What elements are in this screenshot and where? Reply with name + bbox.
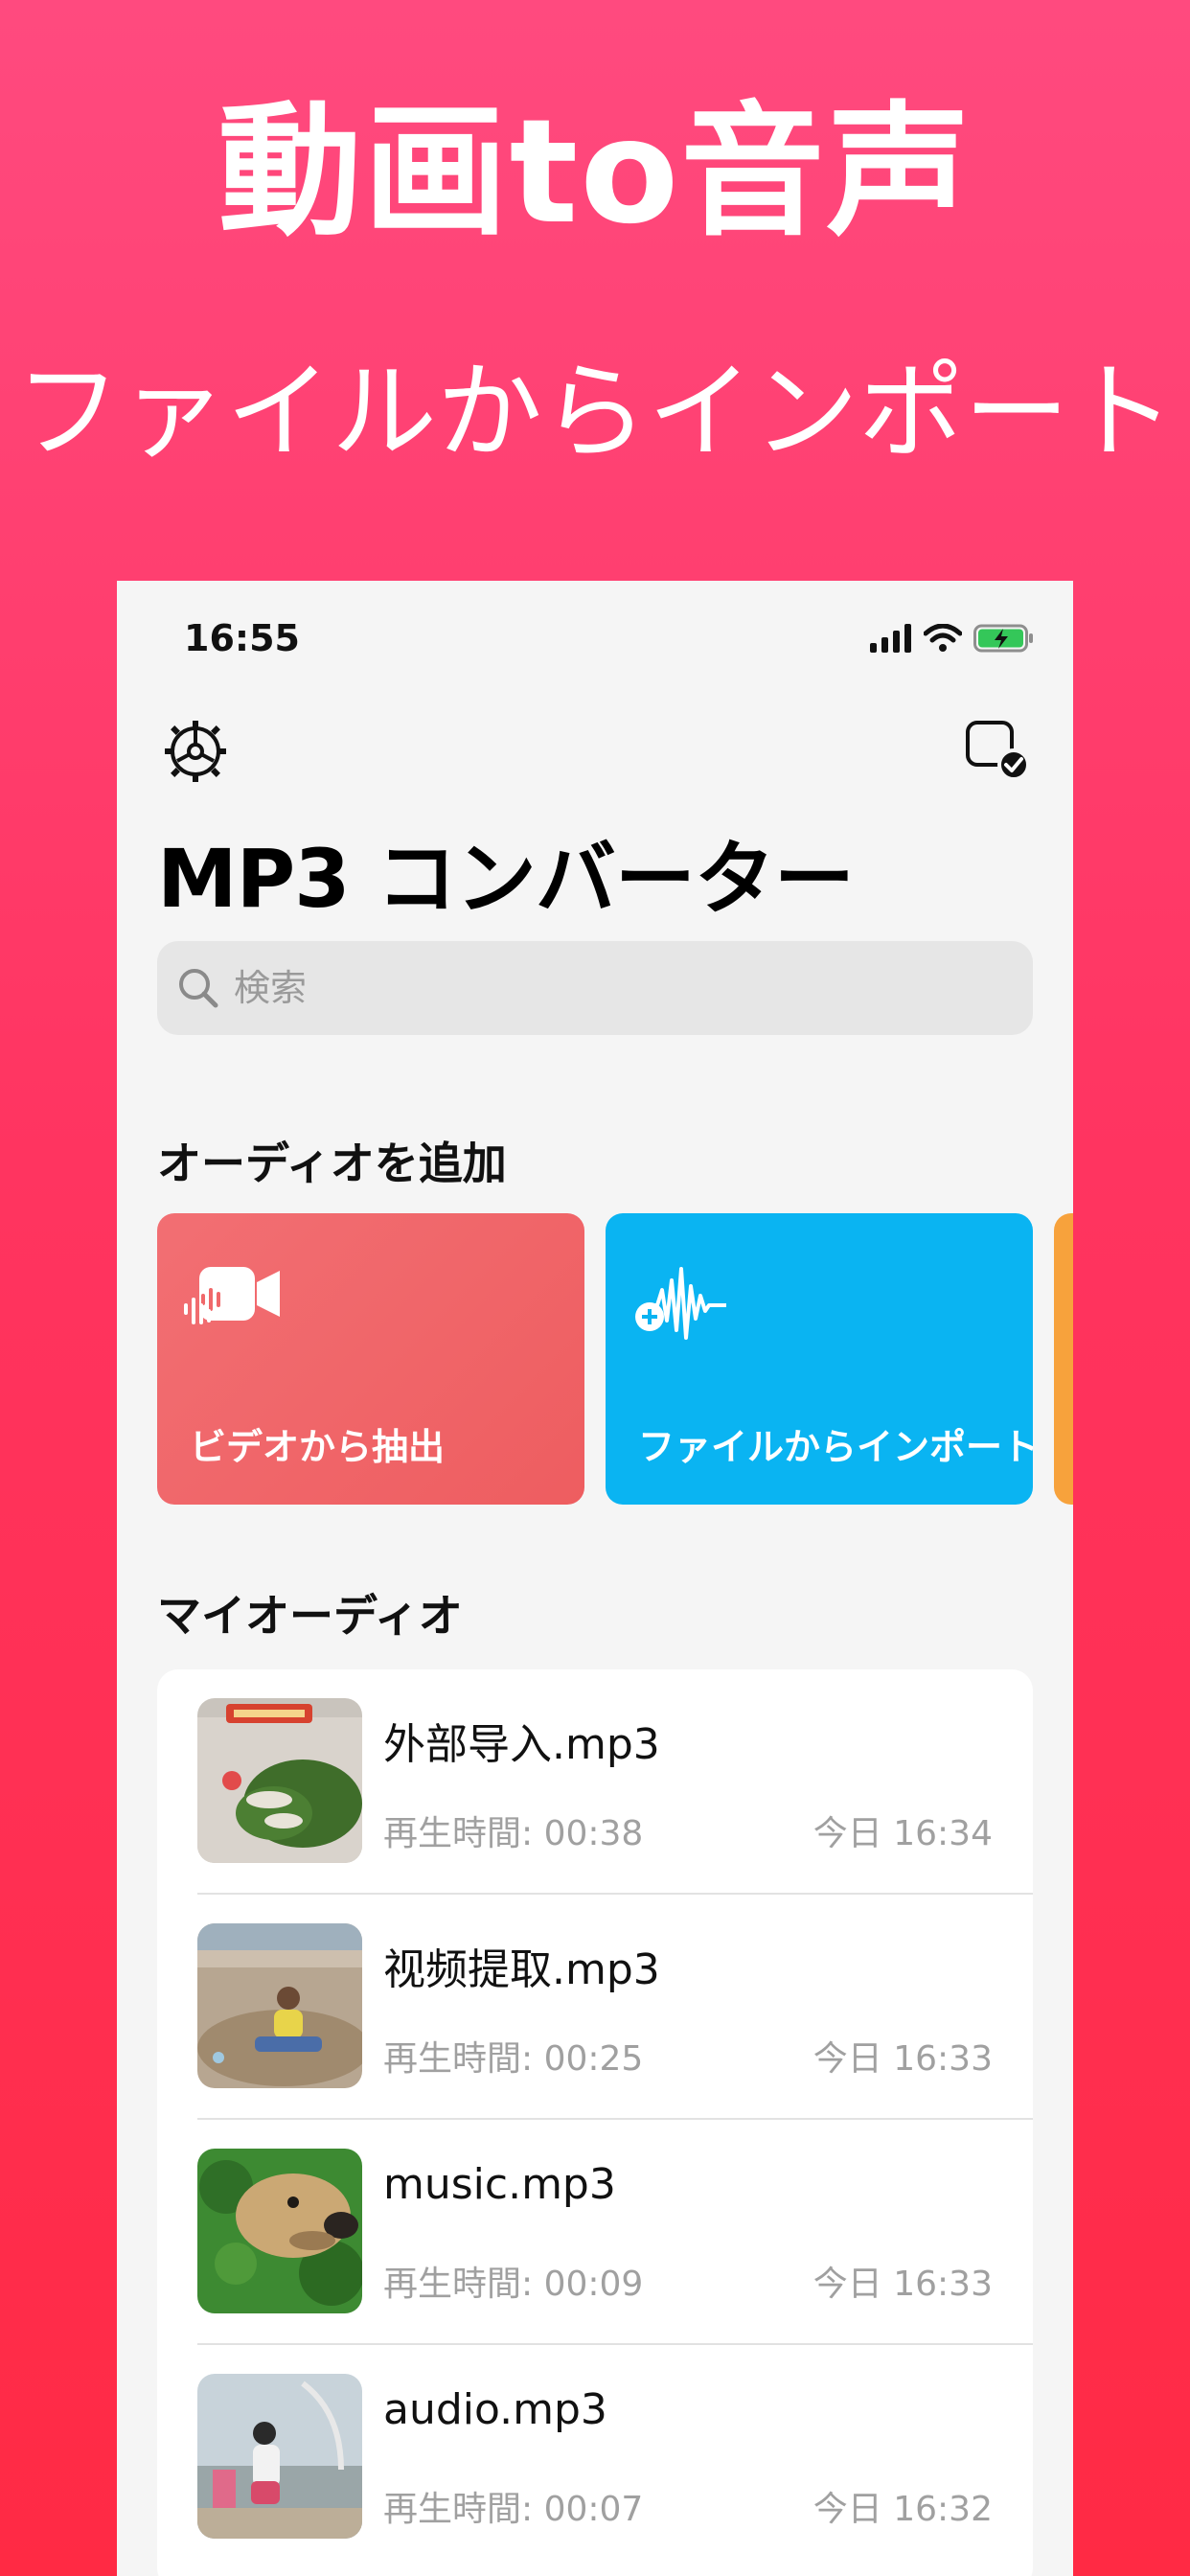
- audio-duration: 再生時間: 00:25: [383, 2039, 644, 2079]
- promo-title: 動画to音声: [217, 89, 973, 256]
- status-icons: [870, 621, 1035, 656]
- audio-duration: 再生時間: 00:07: [383, 2490, 644, 2529]
- card-label: ビデオから抽出: [190, 1426, 446, 1468]
- thumbnail-image: [197, 2374, 362, 2539]
- audio-date: 今日 16:33: [812, 2039, 993, 2079]
- audio-duration: 再生時間: 00:09: [383, 2265, 644, 2304]
- extract-from-video-card[interactable]: ビデオから抽出: [157, 1213, 584, 1505]
- thumbnail-image: [197, 1923, 362, 2088]
- settings-button[interactable]: [159, 715, 232, 788]
- add-audio-section-title: オーディオを追加: [157, 1138, 507, 1189]
- audio-title: 视频提取.mp3: [383, 1945, 660, 1994]
- status-time: 16:55: [184, 617, 300, 659]
- wifi-icon: [924, 624, 962, 652]
- add-audio-cards: ビデオから抽出 ファイルからインポート: [157, 1213, 1073, 1505]
- battery-charging-icon: [973, 624, 1033, 653]
- search-input[interactable]: [232, 966, 983, 1010]
- list-item[interactable]: music.mp3 再生時間: 00:09 今日 16:33: [157, 2120, 1033, 2345]
- add-waveform-icon: [635, 1267, 726, 1340]
- thumbnail-image: [197, 2149, 362, 2313]
- gear-icon: [165, 721, 226, 782]
- import-from-file-card[interactable]: ファイルからインポート: [606, 1213, 1033, 1505]
- phone-screen: 16:55 MP3 コンバーター 検索 オーディオを追加 ビデオから抽出 ファイ…: [117, 581, 1073, 2576]
- list-item[interactable]: 外部导入.mp3 再生時間: 00:38 今日 16:34: [157, 1669, 1033, 1895]
- signal-icon: [870, 624, 911, 653]
- promo-subtitle: ファイルからインポート: [15, 351, 1175, 473]
- audio-title: audio.mp3: [383, 2385, 607, 2434]
- search-bar[interactable]: [157, 941, 1033, 1035]
- audio-date: 今日 16:33: [812, 2265, 993, 2304]
- select-button[interactable]: [962, 715, 1035, 788]
- more-card[interactable]: [1054, 1213, 1073, 1505]
- video-waveform-icon: [184, 1267, 280, 1324]
- audio-title: music.mp3: [383, 2160, 616, 2209]
- audio-title: 外部导入.mp3: [383, 1720, 660, 1769]
- audio-date: 今日 16:32: [812, 2490, 993, 2529]
- search-icon: [179, 969, 218, 1008]
- page-title: MP3 コンバーター: [157, 832, 855, 926]
- select-check-icon: [966, 721, 1030, 781]
- audio-duration: 再生時間: 00:38: [383, 1814, 644, 1853]
- list-item[interactable]: 视频提取.mp3 再生時間: 00:25 今日 16:33: [157, 1895, 1033, 2120]
- audio-date: 今日 16:34: [812, 1814, 993, 1853]
- status-bar: 16:55: [117, 581, 1073, 696]
- my-audio-section-title: マイオーディオ: [157, 1590, 463, 1642]
- list-item[interactable]: audio.mp3 再生時間: 00:07 今日 16:32: [157, 2345, 1033, 2570]
- nav-bar: [117, 715, 1073, 792]
- thumbnail-image: [197, 1698, 362, 1863]
- card-label: ファイルからインポート: [638, 1426, 1033, 1468]
- audio-list: 外部导入.mp3 再生時間: 00:38 今日 16:34 视频提取.mp3 再…: [157, 1669, 1033, 2576]
